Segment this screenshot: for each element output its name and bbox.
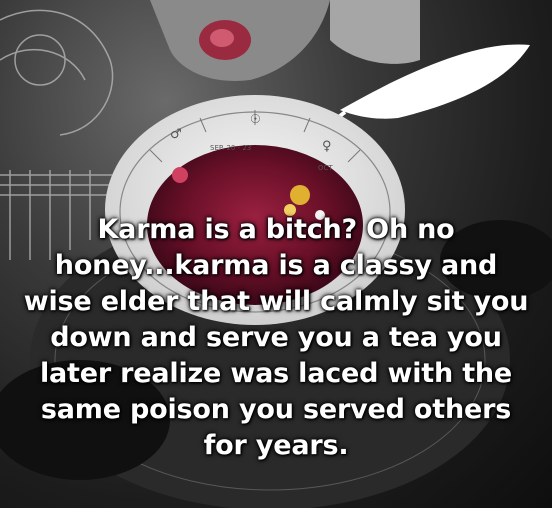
quote-line-6: same poison you served others bbox=[40, 394, 512, 425]
quote-line-7: for years. bbox=[203, 430, 349, 461]
svg-text:♀: ♀ bbox=[322, 139, 332, 154]
feather-silhouette bbox=[323, 44, 530, 130]
quote-line-4: down and serve you a tea you bbox=[50, 322, 502, 353]
cup-date-text: SEP. 20 - 23 bbox=[210, 144, 251, 152]
hand-with-flower bbox=[150, 0, 420, 81]
quote-text: Karma is a bitch? Oh no honey...karma is… bbox=[0, 212, 552, 464]
quote-line-1: Karma is a bitch? Oh no bbox=[97, 214, 455, 245]
quote-line-3: wise elder that will calmly sit you bbox=[23, 286, 529, 317]
cup-side-text: OCT bbox=[318, 164, 333, 172]
quote-line-2: honey...karma is a classy and bbox=[54, 250, 498, 281]
tea-cup-photo: ♂ ☉ ♀ SEP. 20 - 23 OCT Karma is a bitch?… bbox=[0, 0, 552, 508]
svg-text:♂: ♂ bbox=[170, 127, 182, 142]
svg-text:☉: ☉ bbox=[250, 112, 261, 126]
quote-line-5: later realize was laced with the bbox=[39, 358, 513, 389]
